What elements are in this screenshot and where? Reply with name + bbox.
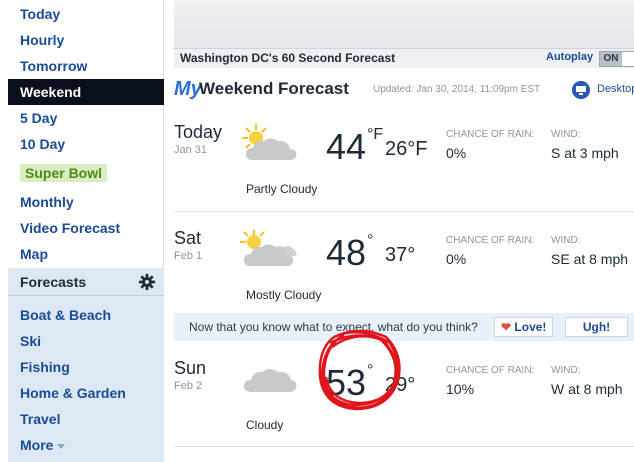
cloud-icon [244, 369, 297, 392]
rain-value: 0% [446, 145, 467, 161]
my-logo: My [174, 78, 202, 100]
wind-label: WIND: [551, 129, 581, 140]
wind-label: WIND: [551, 365, 581, 376]
autoplay-toggle[interactable]: ON [599, 51, 634, 67]
rain-value: 0% [446, 251, 467, 267]
nav-item-tomorrow[interactable]: Tomorrow [8, 53, 164, 79]
day-name: Today [174, 122, 223, 142]
sun-cloud-icon [240, 230, 297, 266]
chevron-down-icon [57, 443, 66, 449]
nav-item-hourly[interactable]: Hourly [8, 27, 164, 53]
low-temp: 29° [385, 374, 416, 396]
row-divider [174, 211, 634, 212]
wind-label: WIND: [551, 235, 581, 246]
forecast-row-sun: Sun Feb 2 Cloudy 53 ° 29° CHANCE OF RAIN… [174, 358, 634, 458]
day-name: Sat [174, 228, 202, 248]
forecast-item-more[interactable]: More [8, 432, 164, 458]
forecast-item-boat-beach[interactable]: Boat & Beach [8, 302, 164, 328]
high-temp-unit: ° [367, 362, 374, 379]
low-temp: 37° [385, 244, 416, 266]
low-temp: 26°F [385, 138, 428, 160]
nav-item-monthly[interactable]: Monthly [8, 189, 164, 215]
wind-value: W at 8 mph [551, 381, 623, 397]
forecasts-heading-label: Forecasts [20, 274, 87, 290]
high-temp-unit: °F [367, 126, 384, 143]
heart-icon: ❤ [501, 320, 512, 334]
updated-timestamp: Updated: Jan 30, 2014, 11:09pm EST [373, 84, 541, 95]
high-temp-unit: ° [367, 232, 374, 249]
weather-page: Today Hourly Tomorrow Weekend 5 Day 10 D… [0, 0, 634, 462]
video-title: Washington DC's 60 Second Forecast [180, 51, 396, 65]
forecast-item-home-garden[interactable]: Home & Garden [8, 380, 164, 406]
condition-text: Cloudy [246, 418, 284, 432]
high-temp: 48 [326, 232, 367, 273]
nav-item-today[interactable]: Today [8, 1, 164, 27]
day-date: Feb 1 [174, 250, 203, 262]
love-button[interactable]: ❤ Love! [494, 317, 554, 337]
high-temp: 44 [326, 126, 367, 167]
rain-label: CHANCE OF RAIN: [446, 129, 535, 140]
rain-label: CHANCE OF RAIN: [446, 235, 535, 246]
love-label: Love! [514, 320, 547, 334]
wind-value: SE at 8 mph [551, 251, 629, 267]
condition-text: Partly Cloudy [246, 182, 318, 196]
desktop-icon[interactable] [572, 81, 590, 99]
day-date: Jan 31 [174, 144, 208, 156]
day-date: Feb 2 [174, 380, 203, 392]
forecasts-heading: Forecasts [8, 268, 164, 296]
video-player[interactable] [174, 0, 634, 48]
feedback-prompt: Now that you know what to expect, what d… [189, 320, 478, 334]
forecast-item-travel[interactable]: Travel [8, 406, 164, 432]
video-bar: Washington DC's 60 Second Forecast Autop… [174, 48, 634, 68]
nav-item-super-bowl[interactable]: Super Bowl [8, 160, 164, 186]
high-temp: 53 [326, 362, 367, 403]
forecast-item-ski[interactable]: Ski [8, 328, 164, 354]
feedback-bar: Now that you know what to expect, what d… [174, 313, 634, 341]
autoplay-label: Autoplay [546, 51, 594, 63]
autoplay-toggle-on: ON [600, 52, 622, 66]
sun-cloud-icon [242, 124, 297, 160]
nav-item-weekend[interactable]: Weekend [8, 79, 164, 105]
forecast-item-fishing[interactable]: Fishing [8, 354, 164, 380]
wind-value: S at 3 mph [551, 145, 619, 161]
nav-item-5-day[interactable]: 5 Day [8, 105, 164, 131]
more-label: More [20, 437, 54, 453]
day-name: Sun [174, 358, 207, 378]
rain-value: 10% [446, 381, 475, 397]
condition-text: Mostly Cloudy [246, 288, 322, 302]
desktop-link[interactable]: Desktop [597, 83, 634, 95]
page-title: Weekend Forecast [199, 79, 349, 98]
rain-label: CHANCE OF RAIN: [446, 365, 535, 376]
forecasts-panel: Forecasts Boat & Beach Ski Fishing Home … [8, 268, 164, 462]
ugh-button[interactable]: Ugh! [565, 317, 628, 337]
sidebar: Today Hourly Tomorrow Weekend 5 Day 10 D… [0, 0, 164, 462]
nav-item-map[interactable]: Map [8, 241, 164, 267]
nav-item-video-forecast[interactable]: Video Forecast [8, 215, 164, 241]
row-divider [174, 446, 634, 447]
forecast-row-today: Today Jan 31 Partly Cloudy 44 °F 26°F CH… [174, 122, 634, 222]
gear-icon[interactable] [138, 273, 156, 291]
nav-item-10-day[interactable]: 10 Day [8, 131, 164, 157]
super-bowl-label: Super Bowl [20, 164, 108, 182]
ugh-label: Ugh! [582, 320, 611, 334]
